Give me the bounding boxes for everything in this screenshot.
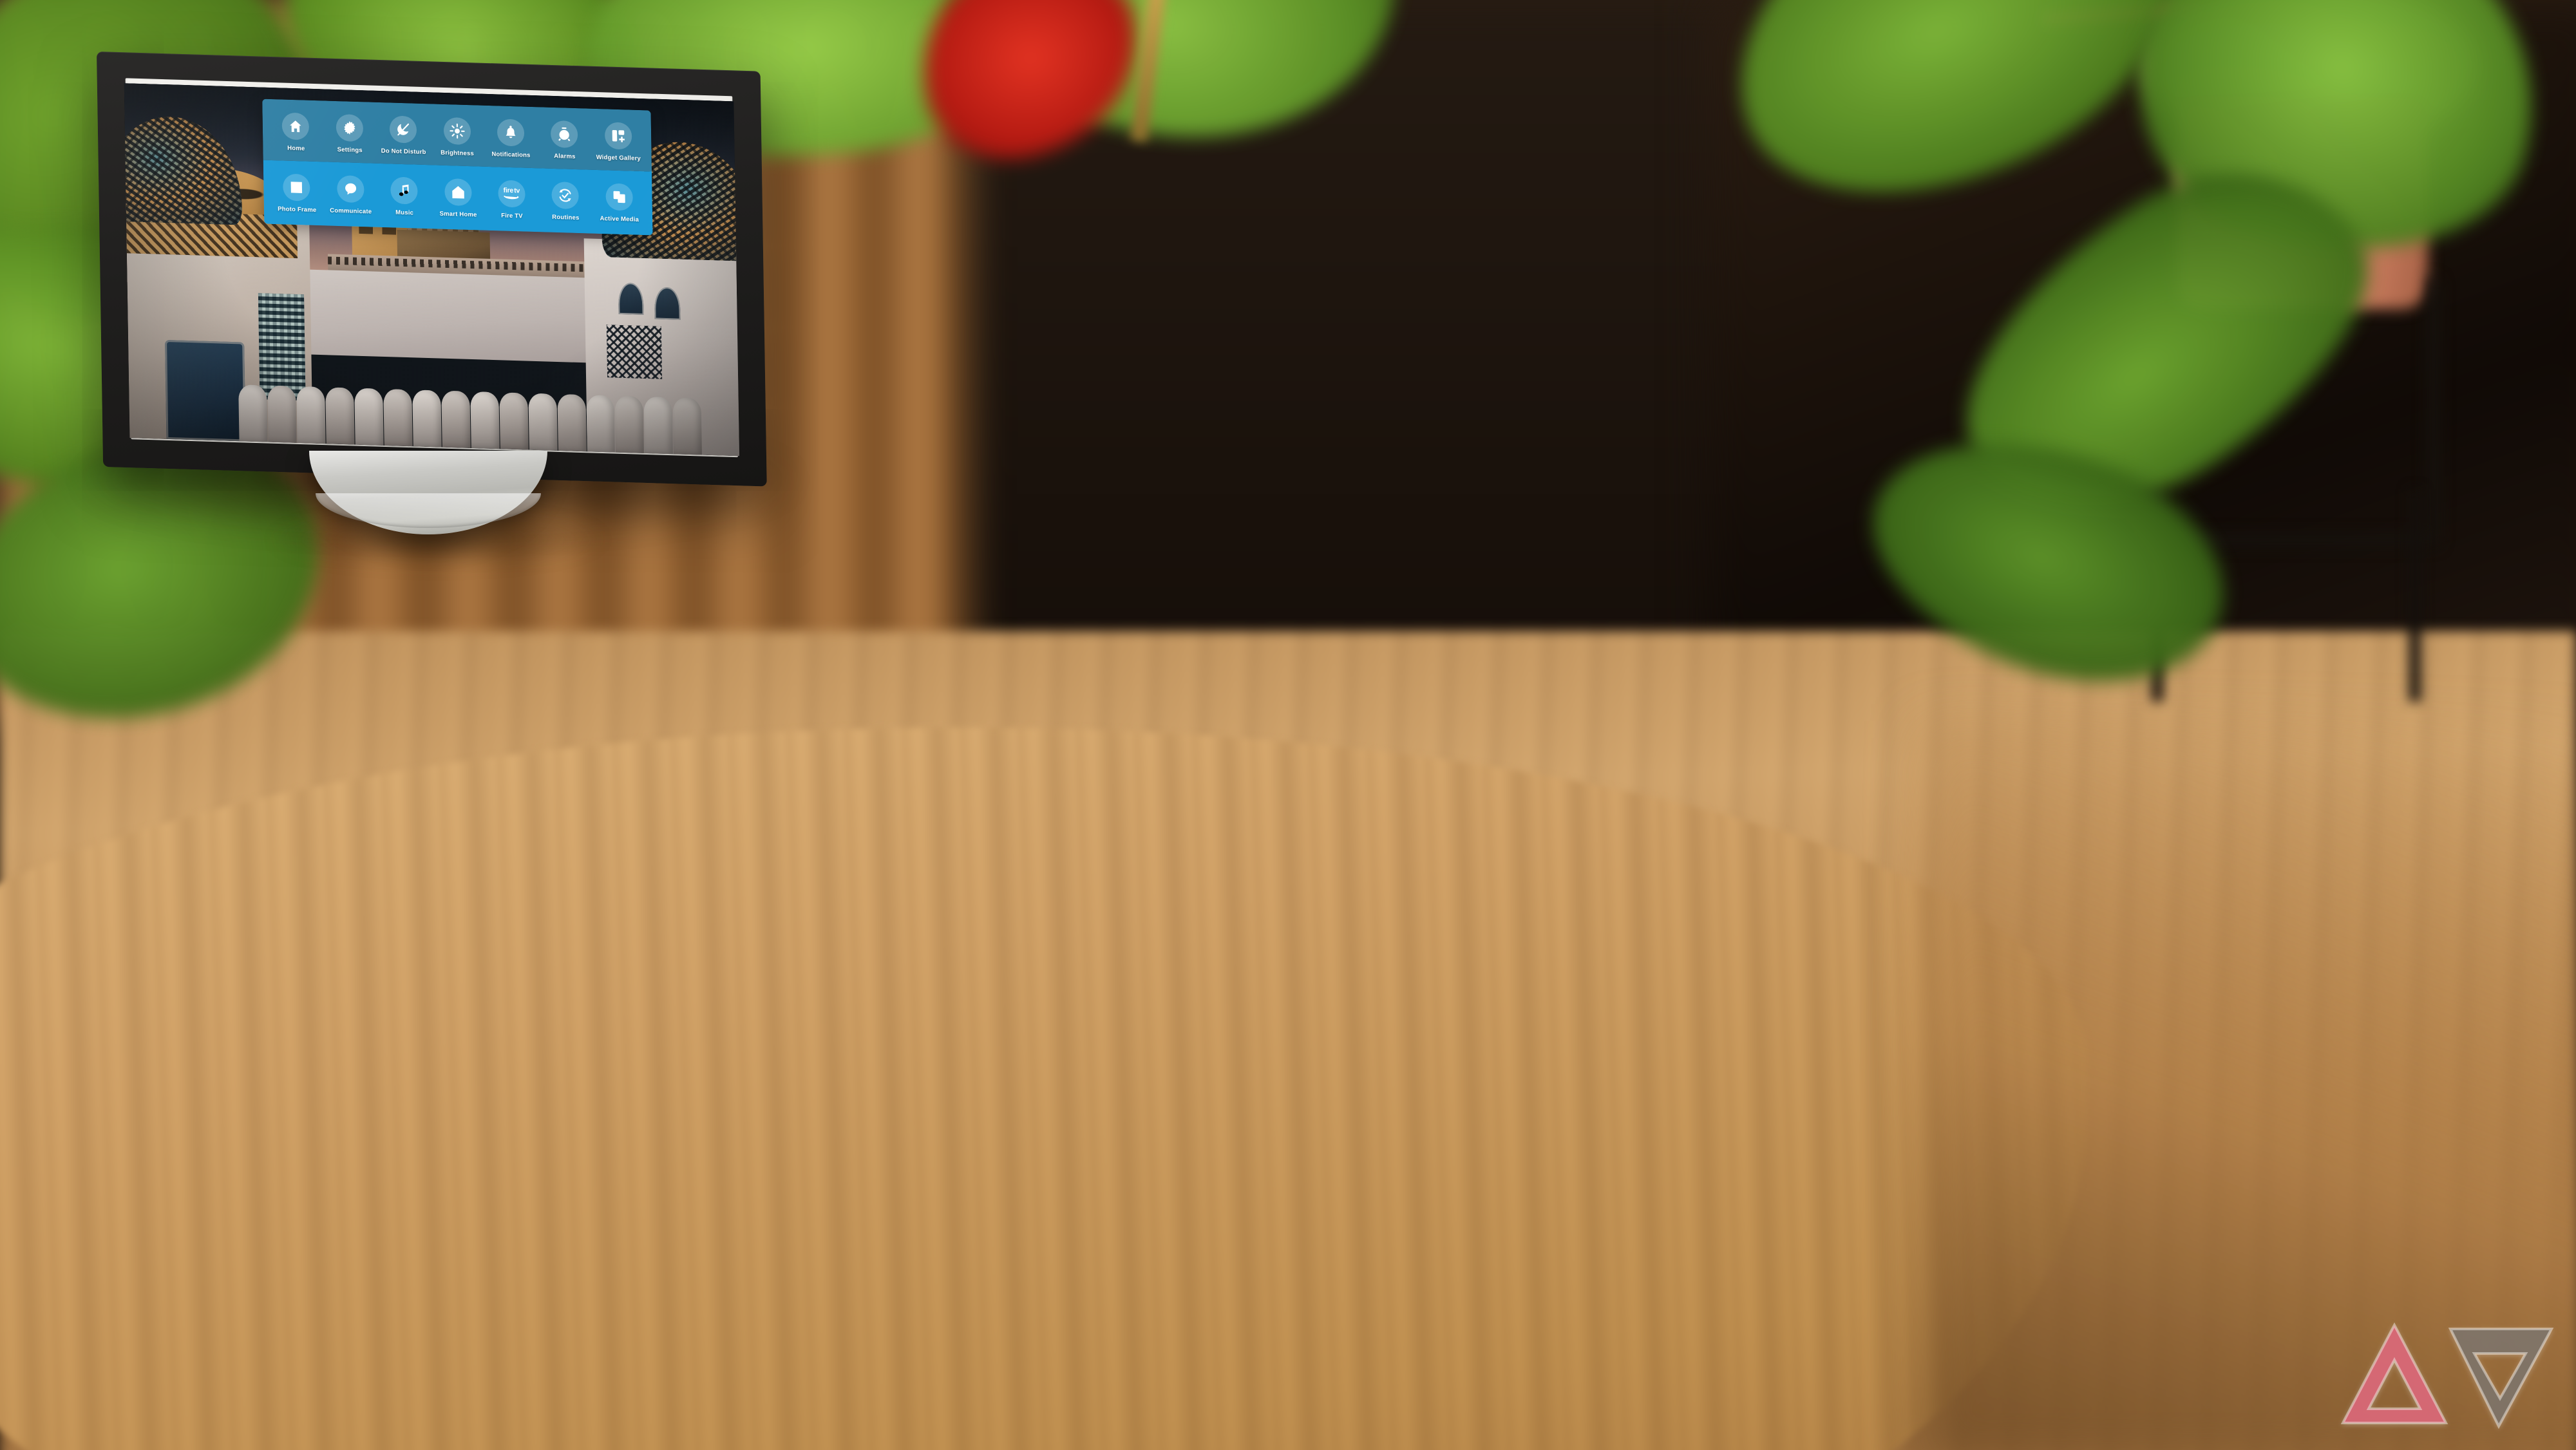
wallpaper-tile-panel <box>258 292 306 401</box>
fire-tv-wordmark-tv: tv <box>514 187 520 195</box>
tile-do-not-disturb[interactable]: Do Not Disturb <box>376 115 430 156</box>
wooden-table <box>0 728 2087 1450</box>
tile-label: Do Not Disturb <box>381 147 426 156</box>
tile-label: Home <box>287 144 305 153</box>
bell-icon <box>497 118 525 147</box>
smart-home-icon <box>444 178 472 206</box>
parapet-merlon <box>528 393 558 451</box>
parapet-merlon <box>412 390 442 447</box>
tile-label: Brightness <box>440 149 474 157</box>
tile-label: Communicate <box>330 207 372 216</box>
tile-alarms[interactable]: Alarms <box>537 120 591 160</box>
quick-settings-row: Home Settings Do Not Disturb Brightness … <box>261 99 652 172</box>
image-icon <box>283 173 311 202</box>
tile-widget-gallery[interactable]: Widget Gallery <box>591 121 645 162</box>
parapet-merlon <box>354 388 384 446</box>
home-icon <box>281 112 310 140</box>
moon-slash-icon <box>389 115 417 144</box>
tile-brightness[interactable]: Brightness <box>430 117 484 157</box>
tile-label: Settings <box>337 146 363 154</box>
device-screen[interactable]: Home Settings Do Not Disturb Brightness … <box>124 83 739 457</box>
parapet-merlon <box>267 385 297 443</box>
parapet-merlon <box>238 384 268 442</box>
parapet-merlon <box>499 392 529 450</box>
parapet-merlon <box>325 387 355 445</box>
quick-settings-row: Photo Frame Communicate Music Smart Home… <box>263 160 653 236</box>
speech-bubble-icon <box>336 174 365 203</box>
amazon-smile-icon <box>504 195 519 200</box>
parapet-merlon <box>470 391 500 449</box>
parapet-merlon <box>383 388 413 447</box>
sun-icon <box>443 117 471 145</box>
tile-routines[interactable]: Routines <box>538 181 592 221</box>
tile-label: Photo Frame <box>278 205 317 214</box>
tile-label: Music <box>395 209 414 217</box>
tile-label: Notifications <box>491 150 531 159</box>
tile-music[interactable]: Music <box>377 176 431 216</box>
wallpaper-iron-grill <box>606 324 662 380</box>
android-police-logo <box>2340 1322 2554 1429</box>
tile-label: Routines <box>552 213 580 221</box>
parapet-merlon <box>614 395 645 453</box>
tile-label: Active Media <box>600 214 639 223</box>
tile-settings[interactable]: Settings <box>323 113 377 154</box>
parapet-merlon <box>643 396 674 455</box>
tile-label: Fire TV <box>501 212 523 220</box>
tile-smart-home[interactable]: Smart Home <box>431 178 485 218</box>
parapet-merlon <box>557 393 587 452</box>
tile-active-media[interactable]: Active Media <box>592 182 646 223</box>
fire-tv-wordmark-fire: fire <box>503 187 514 195</box>
alarm-clock-icon <box>551 120 578 148</box>
routines-check-icon <box>551 181 580 209</box>
fire-tv-icon: fire tv <box>498 180 526 208</box>
quick-settings-panel[interactable]: Home Settings Do Not Disturb Brightness … <box>261 99 653 236</box>
tile-label: Widget Gallery <box>596 153 641 162</box>
photo-scene: Home Settings Do Not Disturb Brightness … <box>0 0 2576 1450</box>
tile-label: Smart Home <box>439 210 477 219</box>
music-note-icon <box>390 176 418 205</box>
device-stand <box>270 451 605 568</box>
parapet-merlon <box>585 395 616 453</box>
parapet-merlon <box>672 397 703 455</box>
gear-icon <box>336 113 364 142</box>
active-media-speakers-icon <box>605 182 633 211</box>
tile-fire-tv[interactable]: fire tv Fire TV <box>484 179 538 220</box>
tile-home[interactable]: Home <box>269 112 323 153</box>
parapet-merlon <box>441 390 471 448</box>
tile-photo-frame[interactable]: Photo Frame <box>270 173 324 214</box>
tile-notifications[interactable]: Notifications <box>484 118 538 159</box>
wallpaper-blue-door <box>164 339 246 442</box>
smart-display-device: Home Settings Do Not Disturb Brightness … <box>97 52 767 487</box>
plant-stand-leg <box>2409 489 2421 702</box>
tile-label: Alarms <box>554 152 576 160</box>
tile-communicate[interactable]: Communicate <box>323 174 377 215</box>
widget-add-icon <box>604 121 632 150</box>
parapet-merlon <box>296 386 326 444</box>
